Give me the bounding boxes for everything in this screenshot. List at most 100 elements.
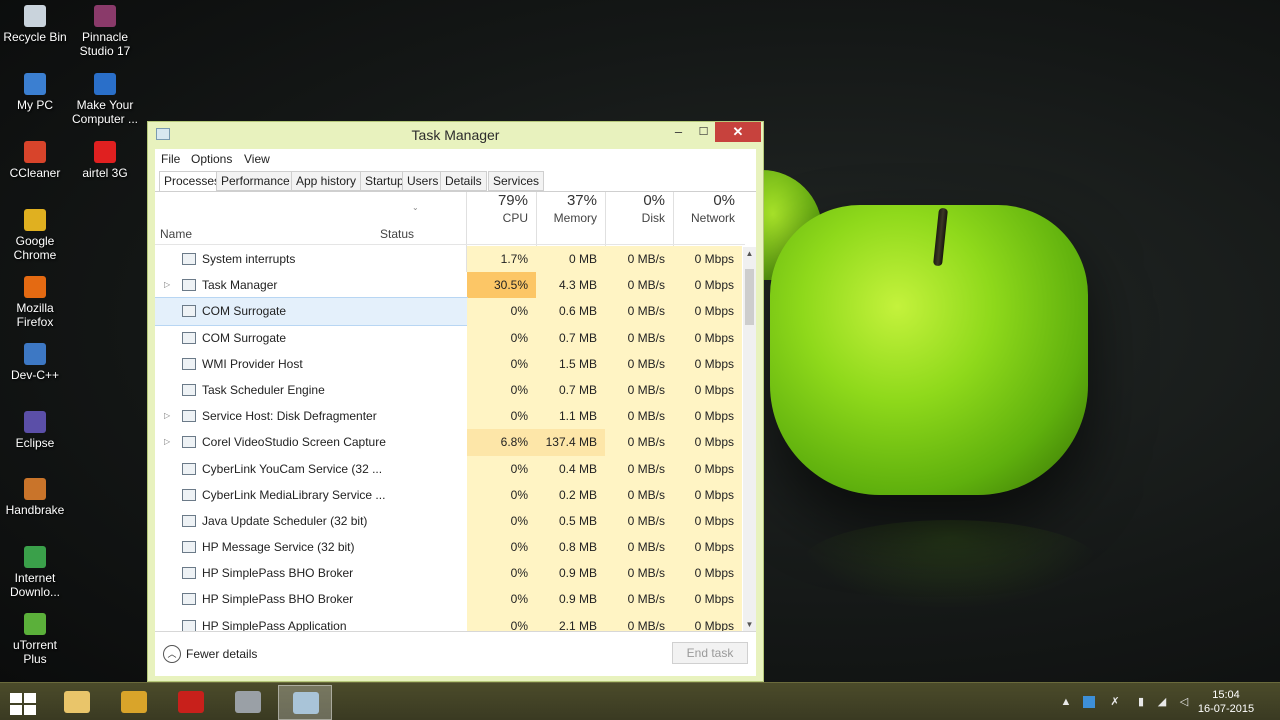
menu-file[interactable]: File: [161, 152, 180, 166]
expand-icon[interactable]: ▷: [164, 272, 170, 298]
menu-view[interactable]: View: [244, 152, 270, 166]
desktop-icon[interactable]: Handbrake: [0, 478, 70, 517]
tab-details[interactable]: Details: [440, 171, 487, 191]
close-button[interactable]: ✕: [715, 122, 761, 142]
scroll-thumb[interactable]: [745, 269, 754, 325]
action-center-icon[interactable]: [1083, 696, 1095, 708]
process-row[interactable]: COM Surrogate 0% 0.7 MB 0 MB/s 0 Mbps: [155, 324, 745, 351]
desktop-icon[interactable]: Mozilla Firefox: [0, 276, 70, 329]
process-mem-value: 0 MB: [536, 246, 605, 273]
end-task-button[interactable]: End task: [672, 642, 748, 664]
process-row[interactable]: CyberLink YouCam Service (32 ... 0% 0.4 MB…: [155, 455, 745, 482]
process-name-cell: COM Surrogate: [155, 297, 468, 326]
process-row[interactable]: HP Message Service (32 bit) 0% 0.8 MB 0 MB/…: [155, 534, 745, 561]
process-row[interactable]: HP SimplePass BHO Broker 0% 0.9 MB 0 MB/s 0 …: [155, 586, 745, 613]
desktop-icon-label: Dev-C++: [10, 368, 60, 382]
desktop-icon[interactable]: Internet Downlo...: [0, 546, 70, 599]
application-icon: [24, 5, 46, 27]
desktop-icon[interactable]: Recycle Bin: [0, 5, 70, 44]
desktop-icon[interactable]: Pinnacle Studio 17: [70, 5, 140, 58]
process-row[interactable]: ▷ Service Host: Disk Defragmenter 0% 1.1 MB…: [155, 403, 745, 430]
desktop-icon-label: Recycle Bin: [3, 30, 67, 44]
disk-total: 0%: [643, 192, 665, 209]
process-net-value: 0 Mbps: [673, 298, 742, 325]
column-name[interactable]: Name: [160, 227, 192, 241]
expand-icon[interactable]: ▷: [164, 429, 170, 455]
application-icon: [24, 613, 46, 635]
taskbar-app-button[interactable]: [278, 685, 332, 720]
window-icon: [182, 488, 196, 501]
clock-date: 16-07-2015: [1197, 703, 1255, 715]
expand-icon[interactable]: ▷: [164, 403, 170, 429]
process-row[interactable]: Task Scheduler Engine 0% 0.7 MB 0 MB/s 0 Mbp…: [155, 376, 745, 404]
desktop-icon[interactable]: Dev-C++: [0, 343, 70, 382]
menu-options[interactable]: Options: [191, 152, 232, 166]
taskbar-app-button[interactable]: [164, 685, 218, 720]
process-row[interactable]: ▷ Task Manager 30.5% 4.3 MB 0 MB/s 0 Mbps: [155, 272, 745, 299]
application-icon: [24, 411, 46, 433]
taskbar-app-button[interactable]: [50, 685, 104, 720]
tab-users[interactable]: Users: [402, 171, 444, 191]
memory-label: Memory: [553, 211, 597, 225]
process-disk-value: 0 MB/s: [605, 350, 673, 377]
taskbar-app-button[interactable]: [221, 685, 275, 720]
vertical-scrollbar[interactable]: ▲ ▼: [743, 247, 756, 631]
cpu-total: 79%: [497, 192, 528, 209]
process-cpu-value: 0%: [467, 560, 536, 587]
process-disk-value: 0 MB/s: [605, 455, 673, 482]
show-hidden-icons-icon[interactable]: ▲: [1060, 696, 1072, 708]
battery-icon[interactable]: ▮: [1135, 696, 1147, 708]
process-name-cell: HP SimplePass Application: [155, 613, 467, 631]
system-clock[interactable]: 15:04 16-07-2015: [1196, 688, 1256, 716]
process-name-cell: System interrupts: [155, 246, 467, 272]
process-cpu-value: 0%: [467, 298, 536, 325]
desktop-icon-label: Mozilla Firefox: [16, 301, 54, 329]
tab-services[interactable]: Services: [488, 171, 545, 191]
desktop-icon[interactable]: airtel 3G: [70, 141, 140, 180]
process-name: HP SimplePass BHO Broker: [202, 566, 354, 581]
desktop-icon-label: Eclipse: [15, 436, 55, 450]
desktop-icon[interactable]: Google Chrome: [0, 209, 70, 262]
process-name: Task Scheduler Engine: [202, 382, 325, 397]
process-net-value: 0 Mbps: [673, 481, 742, 508]
process-row[interactable]: System interrupts 1.7% 0 MB 0 MB/s 0 Mbps: [155, 246, 745, 273]
maximize-button[interactable]: ☐: [690, 122, 717, 142]
process-row[interactable]: HP SimplePass BHO Broker 0% 0.9 MB 0 MB/s 0 …: [155, 560, 745, 587]
tab-app-history[interactable]: App history: [291, 171, 362, 191]
process-row[interactable]: HP SimplePass Application 0% 2.1 MB 0 MB/s 0…: [155, 612, 745, 631]
process-row[interactable]: ▷ Corel VideoStudio Screen Capture 6.8% 137…: [155, 429, 745, 456]
process-net-value: 0 Mbps: [673, 403, 742, 430]
process-disk-value: 0 MB/s: [605, 429, 673, 456]
network-icon[interactable]: ✗: [1109, 696, 1121, 708]
process-cpu-value: 0%: [467, 403, 536, 430]
application-icon: [24, 141, 46, 163]
desktop-icon[interactable]: My PC: [0, 73, 70, 112]
column-status[interactable]: Status: [380, 227, 414, 241]
process-row[interactable]: Java Update Scheduler (32 bit) 0% 0.5 MB 0 …: [155, 507, 745, 535]
wifi-icon[interactable]: ◢: [1156, 696, 1168, 708]
process-net-value: 0 Mbps: [673, 376, 742, 404]
desktop-icon[interactable]: Eclipse: [0, 411, 70, 450]
desktop-icon[interactable]: Make Your Computer ...: [70, 73, 140, 126]
process-cpu-value: 1.7%: [467, 246, 536, 273]
taskbar-app-button[interactable]: [107, 685, 161, 720]
process-row[interactable]: WMI Provider Host 0% 1.5 MB 0 MB/s 0 Mbps: [155, 350, 745, 377]
process-mem-value: 0.9 MB: [536, 586, 605, 613]
volume-icon[interactable]: ◁: [1178, 696, 1190, 708]
process-name-cell: CyberLink MediaLibrary Service ...: [155, 482, 467, 508]
scroll-up-icon[interactable]: ▲: [744, 249, 755, 258]
desktop-icon[interactable]: CCleaner: [0, 141, 70, 180]
process-row[interactable]: COM Surrogate 0% 0.6 MB 0 MB/s 0 Mbps: [155, 297, 745, 326]
process-row[interactable]: CyberLink MediaLibrary Service ... 0% 0.2 …: [155, 481, 745, 508]
process-name: CyberLink MediaLibrary Service ...: [202, 487, 386, 502]
start-button[interactable]: [0, 685, 54, 720]
process-net-value: 0 Mbps: [673, 534, 742, 561]
task-manager-icon: [293, 692, 319, 714]
desktop-icon[interactable]: uTorrent Plus: [0, 613, 70, 666]
process-disk-value: 0 MB/s: [605, 612, 673, 631]
tab-performance[interactable]: Performance: [216, 171, 295, 191]
scroll-down-icon[interactable]: ▼: [744, 620, 755, 629]
title-bar[interactable]: Task Manager – ☐ ✕: [148, 122, 763, 148]
minimize-button[interactable]: –: [665, 122, 692, 142]
process-name-cell: ▷ Corel VideoStudio Screen Capture: [155, 429, 467, 455]
